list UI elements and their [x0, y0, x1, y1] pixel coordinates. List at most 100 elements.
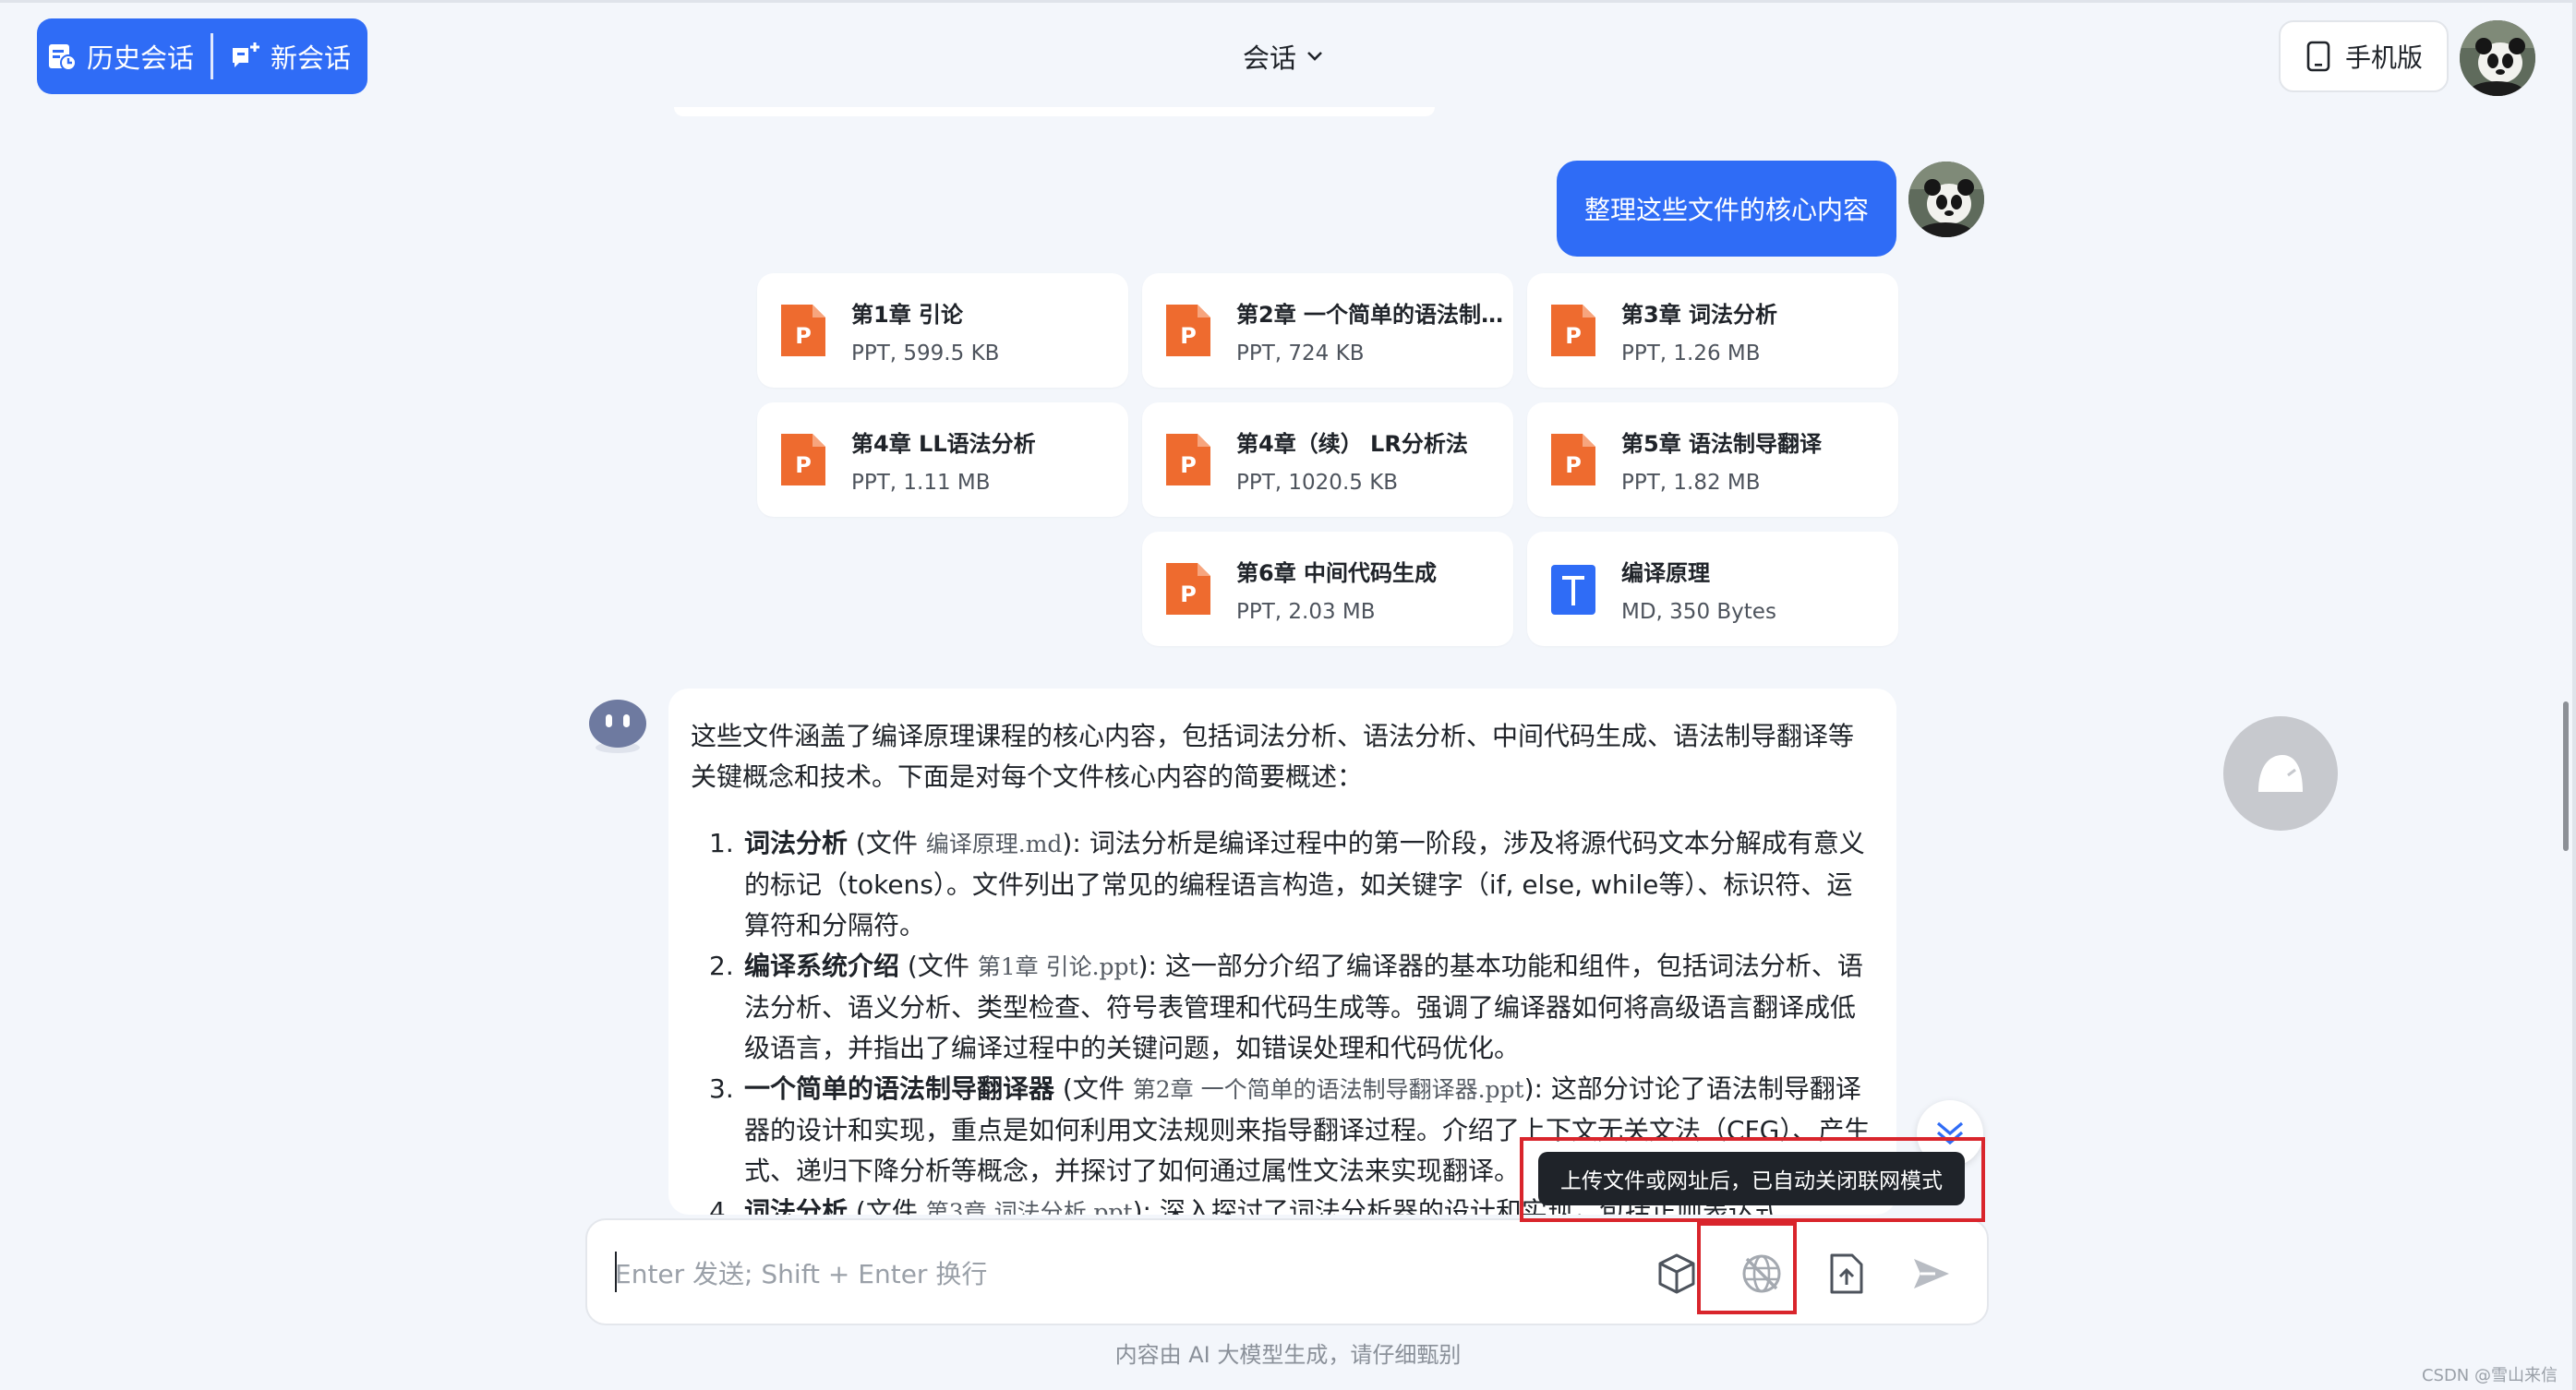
history-chat-label: 历史会话	[87, 42, 195, 74]
user-message-avatar	[1908, 162, 1984, 237]
item-paren-close: ):	[1138, 951, 1165, 981]
svg-text:P: P	[1180, 581, 1197, 607]
user-avatar[interactable]	[2460, 20, 2535, 96]
user-message-text: 整理这些文件的核心内容	[1583, 195, 1869, 225]
item-file-name: 第2章 一个简单的语法制导翻译器.ppt	[1132, 1076, 1524, 1103]
item-paren-open: (文件	[848, 828, 926, 858]
file-card[interactable]: P 第2章 一个简单的语法制... PPT, 724 KB	[1142, 273, 1513, 388]
item-file-name: 第3章 词法分析.ppt	[925, 1199, 1133, 1215]
file-upload-icon	[1830, 1253, 1863, 1294]
cube-icon	[1658, 1253, 1695, 1294]
file-name: 第3章 词法分析	[1621, 301, 1778, 328]
file-name: 第1章 引论	[851, 301, 964, 328]
item-paren-close: ):	[1062, 828, 1089, 858]
ppt-file-icon: P	[1162, 301, 1214, 360]
file-size: PPT, 599.5 KB	[851, 341, 1000, 365]
item-paren-open: (文件	[1054, 1073, 1133, 1104]
item-paren-close: ):	[1132, 1196, 1160, 1215]
file-size: PPT, 1.82 MB	[1621, 470, 1761, 495]
page-scrollbar[interactable]	[2563, 701, 2569, 851]
model-select-button[interactable]	[1651, 1248, 1703, 1300]
list-item: 2. 编译系统介绍 (文件 第1章 引论.ppt): 这一部分介绍了编译器的基本…	[691, 946, 1871, 1069]
phone-icon	[2306, 41, 2330, 72]
item-title: 词法分析	[744, 1196, 849, 1215]
watermark: CSDN @雪山来信	[2421, 1366, 2558, 1385]
file-card[interactable]: 编译原理 MD, 350 Bytes	[1527, 532, 1898, 646]
svg-text:P: P	[1180, 323, 1197, 349]
new-chat-label: 新会话	[271, 42, 352, 74]
file-size: PPT, 1.26 MB	[1621, 341, 1761, 365]
item-paren-open: (文件	[899, 951, 978, 981]
ppt-file-icon: P	[777, 301, 829, 360]
mobile-version-button[interactable]: 手机版	[2279, 20, 2449, 92]
window-right-border	[2572, 0, 2576, 1390]
list-number: 3.	[709, 1073, 734, 1104]
mobile-version-label: 手机版	[2344, 42, 2423, 73]
file-card[interactable]: P 第4章 LL语法分析 PPT, 1.11 MB	[757, 402, 1128, 517]
assistant-message: 这些文件涵盖了编译原理课程的核心内容，包括词法分析、语法分析、中间代码生成、语法…	[668, 689, 1896, 1215]
annotation-highlight-tooltip	[1520, 1137, 1985, 1222]
chat-input[interactable]	[615, 1248, 1631, 1300]
item-paren-open: (文件	[848, 1196, 926, 1215]
ppt-file-icon: P	[777, 430, 829, 489]
file-name: 第5章 语法制导翻译	[1621, 430, 1823, 457]
file-size: PPT, 1.11 MB	[851, 470, 991, 495]
new-chat-button[interactable]: 新会话	[213, 18, 367, 94]
list-item: 1. 词法分析 (文件 编译原理.md): 词法分析是编译过程中的第一阶段，涉及…	[691, 823, 1871, 946]
ppt-file-icon: P	[1547, 430, 1599, 489]
ai-disclaimer: 内容由 AI 大模型生成，请仔细甄别	[1114, 1342, 1462, 1368]
window-top-border	[0, 0, 2576, 3]
panda-avatar-image	[1908, 162, 1984, 237]
item-title: 一个简单的语法制导翻译器	[744, 1073, 1055, 1104]
previous-message-bottom	[674, 107, 1435, 116]
file-name: 编译原理	[1621, 559, 1710, 586]
svg-text:P: P	[1565, 323, 1582, 349]
list-number: 1.	[709, 828, 734, 858]
ghost-icon	[2258, 755, 2303, 792]
user-message-bubble: 整理这些文件的核心内容	[1557, 161, 1896, 257]
assistant-avatar	[587, 696, 648, 755]
file-card[interactable]: P 第1章 引论 PPT, 599.5 KB	[757, 273, 1128, 388]
svg-text:P: P	[1180, 452, 1197, 478]
ppt-file-icon: P	[1162, 430, 1214, 489]
send-icon	[1914, 1259, 1949, 1288]
svg-text:P: P	[1565, 452, 1582, 478]
panda-avatar-image	[2460, 20, 2535, 96]
svg-text:P: P	[795, 452, 812, 478]
item-file-name: 第1章 引论.ppt	[977, 953, 1138, 980]
svg-text:P: P	[795, 323, 812, 349]
send-button[interactable]	[1906, 1248, 1957, 1300]
file-size: PPT, 1020.5 KB	[1236, 470, 1399, 495]
file-card[interactable]: P 第3章 词法分析 PPT, 1.26 MB	[1527, 273, 1898, 388]
md-file-icon	[1547, 559, 1599, 618]
list-number: 4.	[709, 1196, 734, 1215]
annotation-highlight-web-toggle	[1697, 1222, 1797, 1314]
file-card[interactable]: P 第4章（续） LR分析法 PPT, 1020.5 KB	[1142, 402, 1513, 517]
file-size: PPT, 2.03 MB	[1236, 599, 1376, 624]
list-number: 2.	[709, 951, 734, 981]
item-title: 编译系统介绍	[744, 951, 900, 981]
robot-face-icon	[589, 700, 646, 753]
assistant-intro: 这些文件涵盖了编译原理课程的核心内容，包括词法分析、语法分析、中间代码生成、语法…	[691, 721, 1855, 792]
history-icon	[49, 44, 77, 71]
file-name: 第4章（续） LR分析法	[1236, 430, 1468, 457]
file-card[interactable]: P 第5章 语法制导翻译 PPT, 1.82 MB	[1527, 402, 1898, 517]
header-left-group: 历史会话 新会话	[37, 18, 367, 94]
new-chat-icon	[233, 42, 259, 67]
file-size: MD, 350 Bytes	[1621, 599, 1776, 624]
file-card[interactable]: P 第6章 中间代码生成 PPT, 2.03 MB	[1142, 532, 1513, 646]
item-file-name: 编译原理.md	[925, 831, 1063, 857]
floating-assistant-button[interactable]	[2223, 716, 2338, 831]
file-name: 第4章 LL语法分析	[851, 430, 1036, 457]
conversation-title-dropdown[interactable]: 会话	[1243, 37, 1324, 76]
ppt-file-icon: P	[1162, 559, 1214, 618]
file-name: 第6章 中间代码生成	[1236, 559, 1438, 586]
item-title: 词法分析	[744, 828, 849, 858]
chevron-down-icon	[1307, 52, 1322, 61]
file-size: PPT, 724 KB	[1236, 341, 1365, 365]
item-paren-close: ):	[1523, 1073, 1551, 1104]
ppt-file-icon: P	[1547, 301, 1599, 360]
history-chat-button[interactable]: 历史会话	[37, 18, 211, 94]
upload-file-button[interactable]	[1821, 1248, 1872, 1300]
file-name: 第2章 一个简单的语法制...	[1236, 301, 1504, 328]
